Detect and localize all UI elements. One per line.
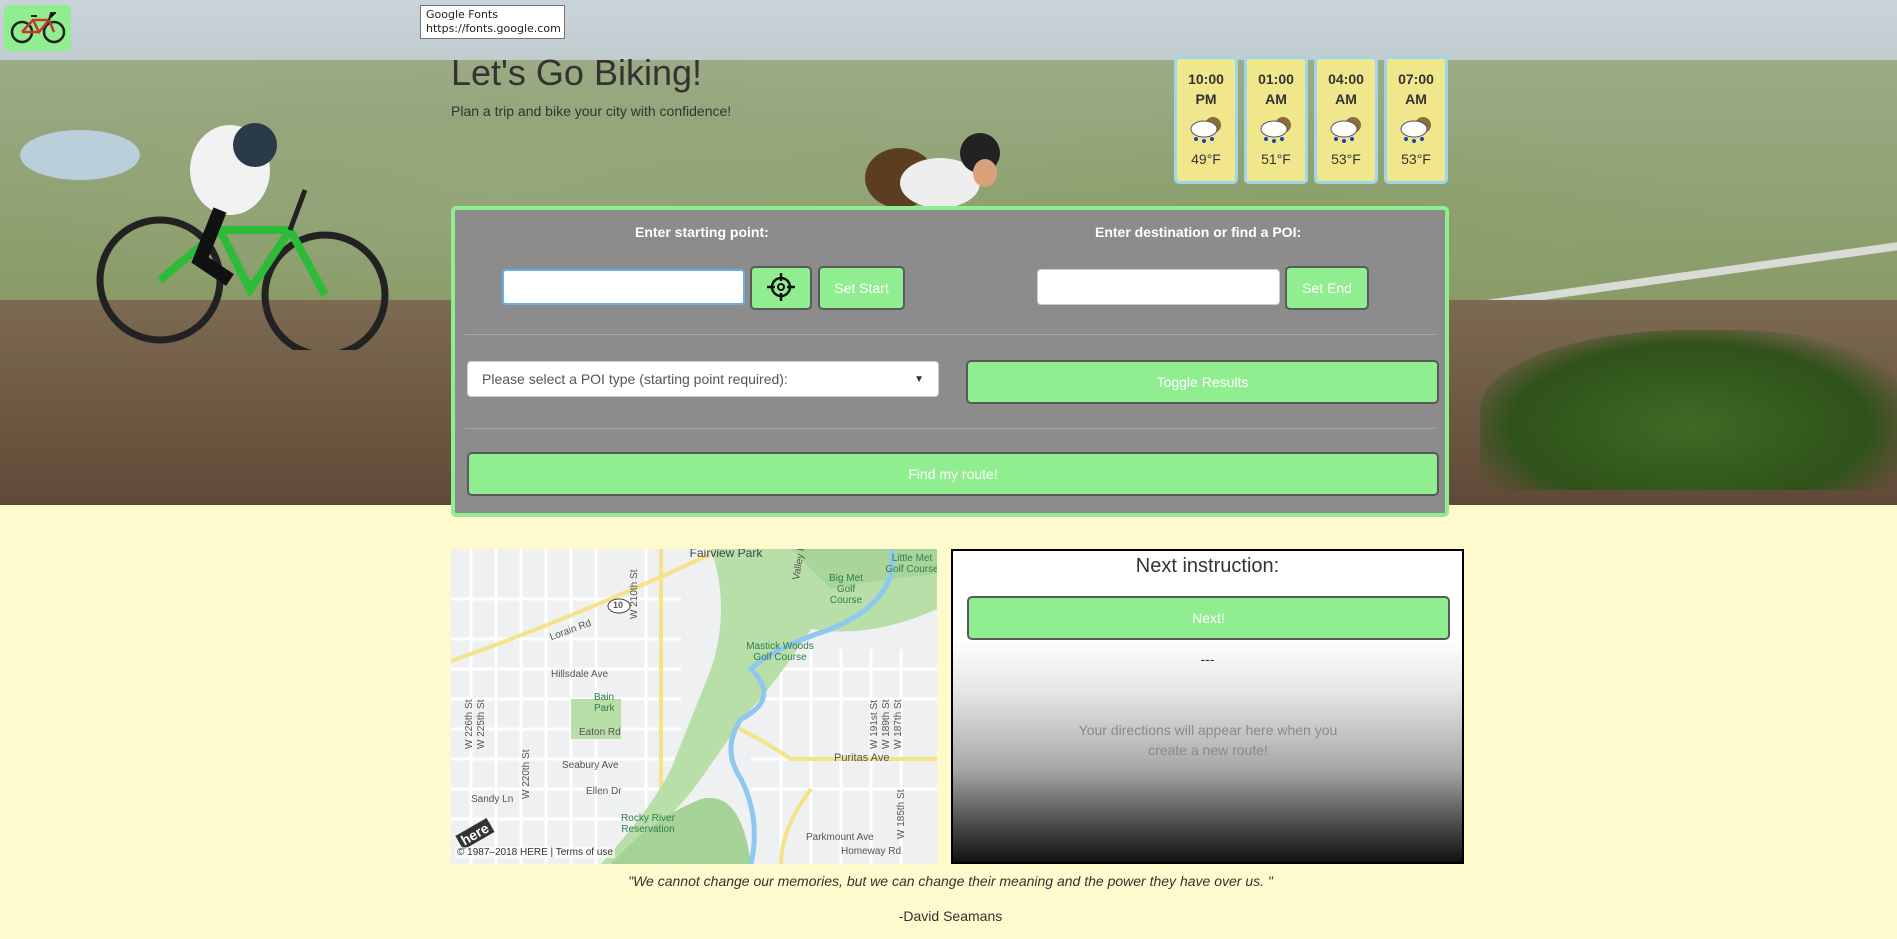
set-end-button[interactable]: Set End [1285,266,1369,310]
rain-cloud-icon [1396,115,1436,145]
route-10-shield: 10 [613,600,624,610]
route-map[interactable]: Fairview Park Little Met Golf Course Big… [451,549,937,864]
bicycle-icon [9,8,67,49]
map-label: Puritas Ave [834,752,890,764]
map-label: Ellen Dr [586,786,622,797]
map-label: W 225th St [476,699,487,749]
rain-cloud-icon [1186,115,1226,145]
map-label: Rocky River Reservation [621,813,675,835]
map-label: Little Met Golf Course [885,553,937,575]
map-label: W 220th St [521,749,532,799]
map-label: W 226th St [464,699,475,749]
quote-author: -David Seamans [898,908,1003,924]
weather-card: 07:00 AM 53°F [1384,56,1448,184]
map-label: Bain Park [594,692,615,714]
toggle-results-button[interactable]: Toggle Results [966,360,1439,404]
map-copyright[interactable]: © 1987–2018 HERE | Terms of use [455,847,615,858]
weather-card: 10:00 PM 49°F [1174,56,1238,184]
route-form-panel: Enter starting point: Enter destination … [451,206,1449,517]
home-logo-button[interactable] [4,5,71,51]
map-label: Fairview Park [689,549,763,560]
destination-label: Enter destination or find a POI: [1095,224,1302,240]
find-route-button[interactable]: Find my route! [467,452,1439,496]
map-label: W 189th St [881,699,892,749]
weather-temp: 53°F [1401,151,1431,167]
hero-trees [1480,330,1897,490]
weather-temp: 51°F [1261,151,1291,167]
page-title: Let's Go Biking! [451,52,702,93]
map-label: Parkmount Ave [806,832,874,843]
set-start-button[interactable]: Set Start [818,266,905,310]
map-label: Big Met Golf Course [829,573,863,606]
rain-cloud-icon [1326,115,1366,145]
tooltip-title: Google Fonts [426,8,498,21]
weather-card: 04:00 AM 53°F [1314,56,1378,184]
browser-tooltip: Google Fonts https://fonts.google.com [420,5,565,39]
tooltip-url: https://fonts.google.com [426,22,561,35]
hero-rider-left [80,120,410,350]
start-label: Enter starting point: [635,224,769,240]
weather-temp: 53°F [1331,151,1361,167]
map-label: Hillsdale Ave [551,669,609,680]
crosshair-icon [766,272,796,305]
map-label: W 191st St [869,700,880,749]
weather-time: 04:00 AM [1328,71,1364,107]
map-label: Eaton Rd [579,727,621,738]
weather-temp: 49°F [1191,151,1221,167]
current-instruction: --- [1200,651,1215,667]
quote-text: "We cannot change our memories, but we c… [628,873,1273,889]
map-label: W 185th St [896,789,907,839]
map-label: Seabury Ave [562,760,619,771]
weather-card: 01:00 AM 51°F [1244,56,1308,184]
hero-rider-right [855,128,1015,208]
destination-input[interactable] [1037,269,1280,305]
next-instruction-button[interactable]: Next! [967,596,1450,640]
map-label: W 187th St [893,699,904,749]
map-label: Sandy Ln [471,794,514,805]
locate-me-button[interactable] [750,266,812,310]
form-divider [465,334,1435,335]
poi-type-select[interactable]: Please select a POI type (starting point… [467,361,939,397]
directions-placeholder: Your directions will appear here when yo… [1078,722,1338,758]
caret-down-icon: ▼ [914,373,924,385]
start-input[interactable] [502,269,745,305]
map-label: Mastick Woods Golf Course [746,641,814,663]
rain-cloud-icon [1256,115,1296,145]
poi-select-value: Please select a POI type (starting point… [482,371,788,387]
instructions-panel: Next instruction: Next! --- Your directi… [951,549,1464,864]
map-label: W 210th St [629,569,640,619]
page-subtitle: Plan a trip and bike your city with conf… [451,103,732,119]
form-divider [465,428,1435,429]
weather-time: 10:00 PM [1188,71,1224,107]
weather-time: 07:00 AM [1398,71,1434,107]
instructions-heading: Next instruction: [1135,555,1280,577]
weather-time: 01:00 AM [1258,71,1294,107]
map-label: Homeway Rd [841,846,902,857]
